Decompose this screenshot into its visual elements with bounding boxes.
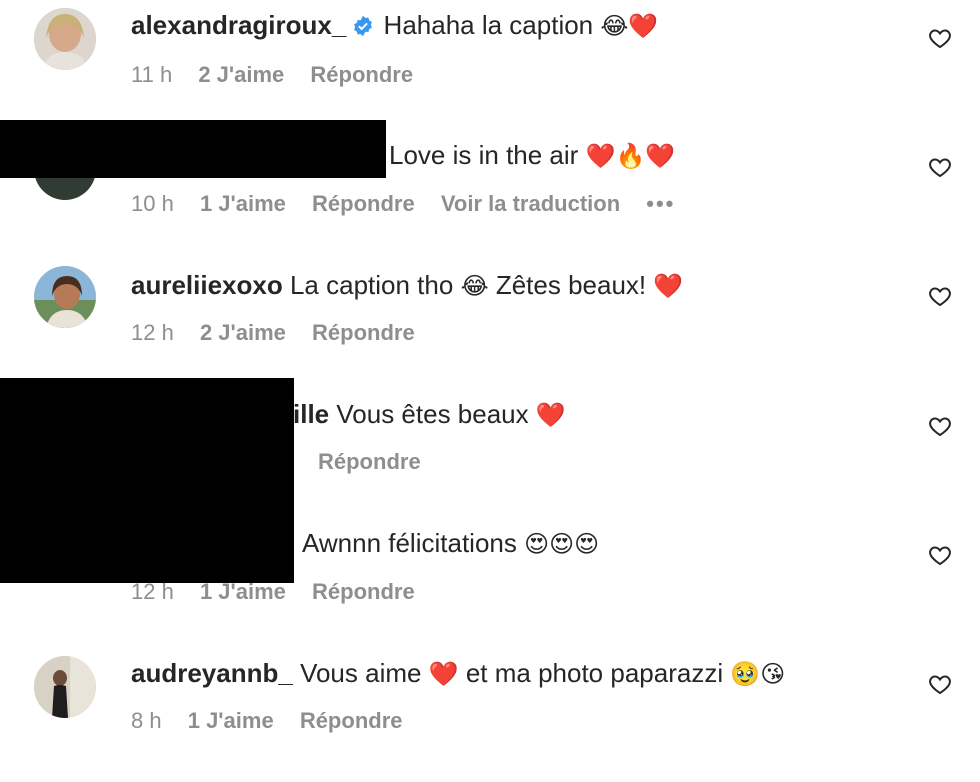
- comment-meta: 11 h 2 J'aime Répondre: [131, 61, 433, 89]
- comment-meta: 8 h 1 J'aime Répondre: [131, 707, 423, 735]
- timestamp[interactable]: 10 h: [131, 191, 174, 216]
- heart-outline-icon[interactable]: [928, 672, 952, 696]
- comment-emoji: ❤️🔥❤️: [585, 142, 676, 170]
- reply-button[interactable]: Répondre: [310, 62, 413, 87]
- reply-button[interactable]: Répondre: [312, 191, 415, 216]
- avatar[interactable]: [34, 266, 96, 328]
- comment-emoji: ❤️: [653, 272, 684, 300]
- comment-emoji: ❤️: [428, 660, 459, 688]
- username[interactable]: audreyannb_: [131, 658, 293, 688]
- username[interactable]: aureliiexoxo: [131, 270, 283, 300]
- comment-line: Awnnn félicitations 😍😍😍: [302, 527, 599, 560]
- heart-outline-icon[interactable]: [928, 155, 952, 179]
- comment-line: alexandragiroux_ Hahaha la caption 😂❤️: [131, 9, 658, 42]
- comment-text: Awnnn félicitations: [302, 528, 517, 558]
- avatar[interactable]: [34, 656, 96, 718]
- heart-outline-icon[interactable]: [928, 543, 952, 567]
- comment-emoji: 🥹😘: [730, 660, 786, 688]
- username[interactable]: ille: [293, 399, 329, 429]
- heart-outline-icon[interactable]: [928, 284, 952, 308]
- comment-meta: 12 h 2 J'aime Répondre: [131, 319, 435, 347]
- avatar[interactable]: [34, 8, 96, 70]
- likes-count[interactable]: 2 J'aime: [198, 62, 284, 87]
- avatar-image: [34, 266, 96, 328]
- comment-line: ille Vous êtes beaux ❤️: [293, 398, 566, 431]
- comment-text: Love is in the air: [389, 140, 579, 170]
- comment-text: Hahaha la caption: [383, 10, 594, 40]
- reply-button[interactable]: Répondre: [312, 579, 415, 604]
- likes-count[interactable]: 1 J'aime: [188, 708, 274, 733]
- comment-text-continued: Zêtes beaux!: [495, 270, 647, 300]
- comment-meta: Répondre: [318, 448, 441, 476]
- comment-line: audreyannb_ Vous aime ❤️ et ma photo pap…: [131, 657, 785, 690]
- comment-emoji: 😂❤️: [600, 12, 659, 40]
- avatar-image: [34, 8, 96, 70]
- reply-button[interactable]: Répondre: [300, 708, 403, 733]
- comment-text: La caption tho: [289, 270, 454, 300]
- comment-item: alexandragiroux_ Hahaha la caption 😂❤️ 1…: [0, 0, 980, 120]
- comment-item: Love is in the air ❤️🔥❤️ 10 h 1 J'aime R…: [0, 120, 980, 240]
- timestamp[interactable]: 12 h: [131, 320, 174, 345]
- comment-line: aureliiexoxo La caption tho 😂 Zêtes beau…: [131, 269, 683, 302]
- redaction-block: [0, 120, 386, 178]
- more-options-icon[interactable]: •••: [646, 191, 675, 216]
- translate-button[interactable]: Voir la traduction: [441, 191, 620, 216]
- comment-item: audreyannb_ Vous aime ❤️ et ma photo pap…: [0, 648, 980, 768]
- comment-meta: 10 h 1 J'aime Répondre Voir la traductio…: [131, 190, 695, 218]
- timestamp[interactable]: 8 h: [131, 708, 162, 733]
- comment-line: Love is in the air ❤️🔥❤️: [389, 139, 675, 172]
- avatar-image: [34, 656, 96, 718]
- redaction-block: [0, 378, 294, 583]
- comment-item: aureliiexoxo La caption tho 😂 Zêtes beau…: [0, 258, 980, 378]
- heart-outline-icon[interactable]: [928, 26, 952, 50]
- comment-emoji: 😍😍😍: [524, 530, 600, 558]
- comment-text: Vous aime: [300, 658, 422, 688]
- comment-text: Vous êtes beaux: [336, 399, 529, 429]
- comment-emoji: ❤️: [535, 401, 566, 429]
- username[interactable]: alexandragiroux_: [131, 10, 346, 40]
- likes-count[interactable]: 1 J'aime: [200, 191, 286, 216]
- reply-button[interactable]: Répondre: [318, 449, 421, 474]
- comment-emoji: 😂: [460, 272, 489, 300]
- verified-badge-icon: [354, 15, 373, 37]
- heart-outline-icon[interactable]: [928, 414, 952, 438]
- comment-text-continued: et ma photo paparazzi: [465, 658, 724, 688]
- timestamp[interactable]: 11 h: [131, 62, 172, 87]
- likes-count[interactable]: 2 J'aime: [200, 320, 286, 345]
- reply-button[interactable]: Répondre: [312, 320, 415, 345]
